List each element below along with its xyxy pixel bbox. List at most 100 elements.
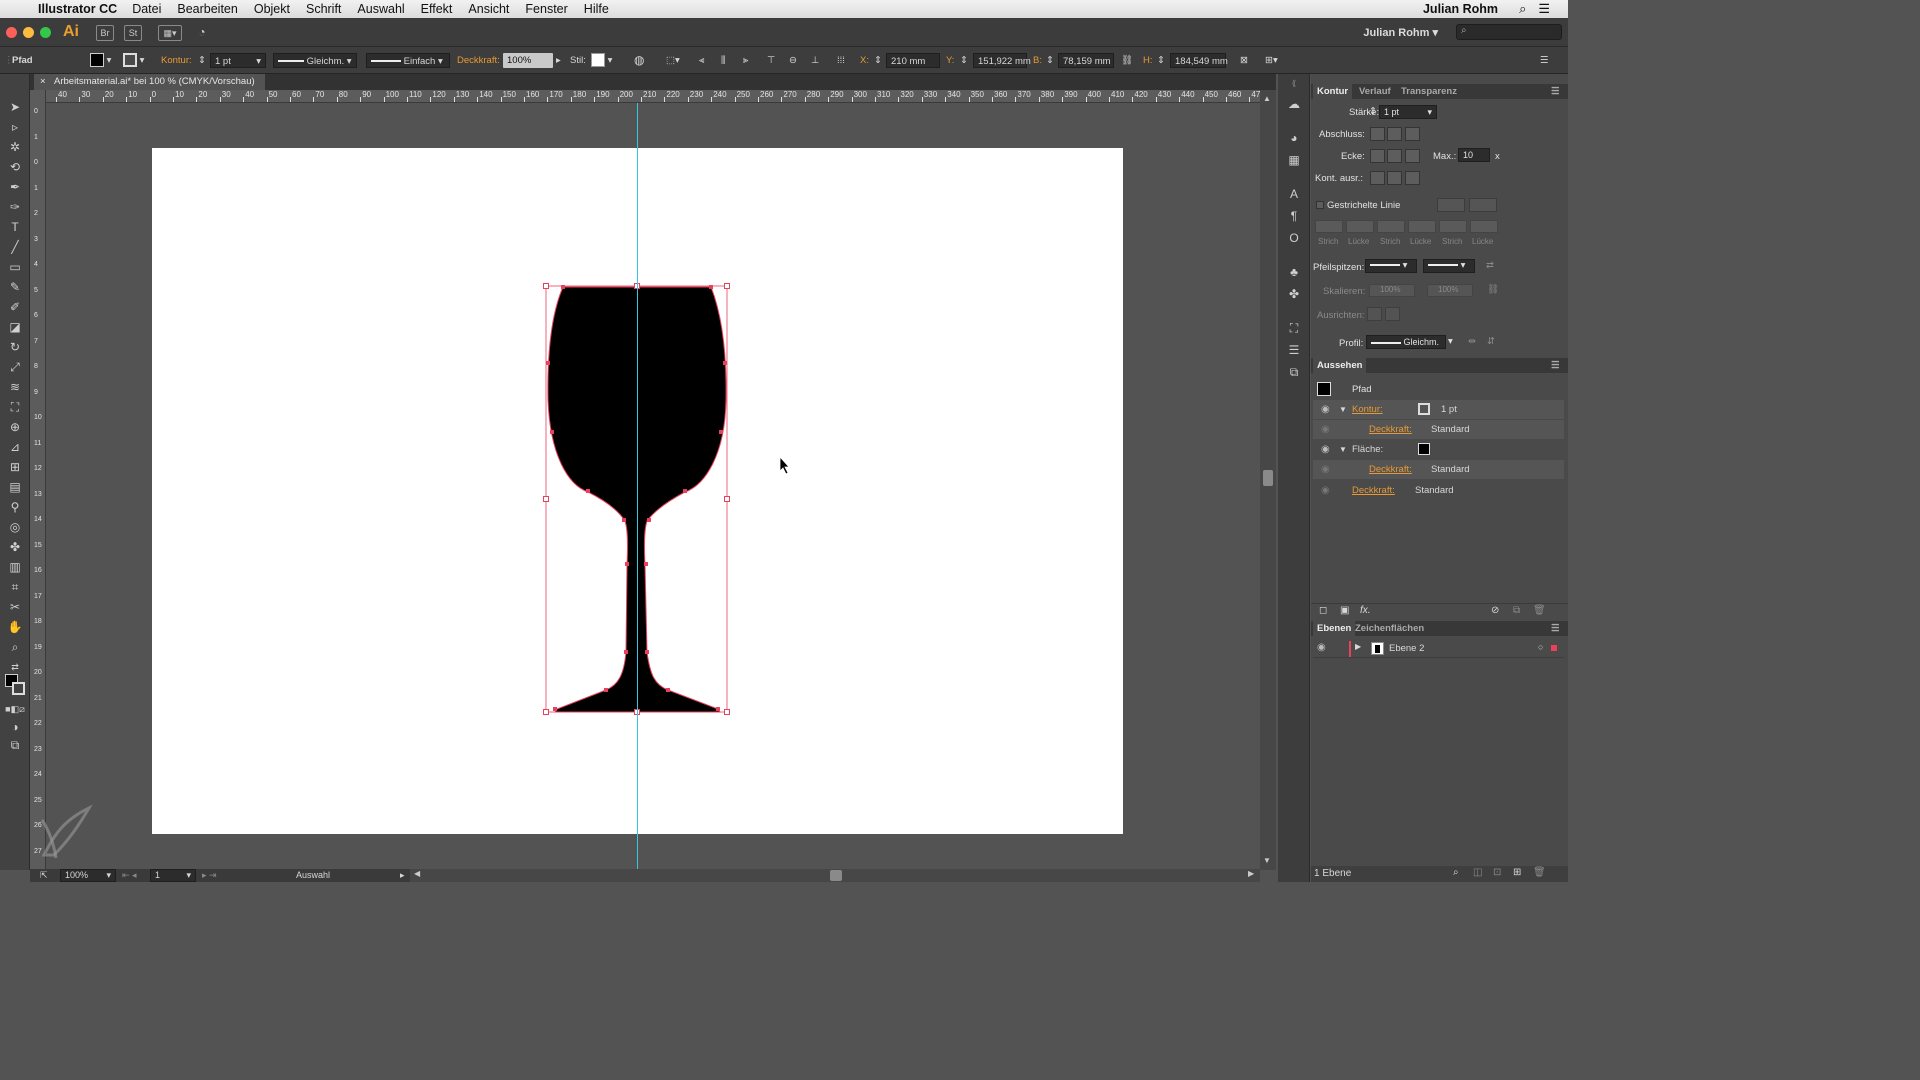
anchor-point[interactable]: [644, 562, 648, 566]
layers-menu-icon[interactable]: ☰: [1547, 621, 1564, 636]
workspace-switcher[interactable]: Julian Rohm ▾: [1363, 26, 1438, 39]
add-effect-button[interactable]: fx.: [1360, 605, 1371, 616]
miter-join-button[interactable]: [1370, 149, 1385, 163]
first-artboard-icon[interactable]: ⇤ ◂: [122, 869, 137, 882]
object-opacity-label[interactable]: Deckkraft:: [1352, 481, 1395, 500]
opentype-panel-icon[interactable]: O: [1286, 230, 1302, 246]
bbox-handle[interactable]: [724, 283, 730, 289]
appearance-stroke-value[interactable]: 1 pt: [1441, 400, 1457, 419]
align-stroke-center-button[interactable]: [1370, 171, 1385, 185]
anchor-point[interactable]: [586, 489, 590, 493]
add-stroke-icon[interactable]: ◻: [1319, 605, 1327, 616]
swatches-panel-icon[interactable]: ▦: [1286, 152, 1302, 168]
arrow-tip-beyond-button[interactable]: [1367, 307, 1382, 321]
artboard-number-input[interactable]: 1 ▾: [150, 869, 196, 882]
pathfinder-panel-icon[interactable]: ⧉: [1286, 364, 1302, 380]
dash-2-input[interactable]: [1377, 220, 1405, 233]
appearance-stroke-row[interactable]: ◉ ▼ Kontur: 1 pt: [1313, 400, 1564, 419]
new-sublayer-icon[interactable]: ⊡: [1493, 867, 1501, 878]
layer-visibility-eye-icon[interactable]: ◉: [1317, 642, 1326, 653]
zoom-level-input[interactable]: 100% ▾: [60, 869, 116, 882]
bbox-handle[interactable]: [724, 496, 730, 502]
anchor-point[interactable]: [550, 430, 554, 434]
spotlight-search-icon[interactable]: ⌕: [1519, 1, 1526, 17]
add-fill-icon[interactable]: ▣: [1340, 605, 1349, 616]
transform-panel-icon[interactable]: ⛶: [1286, 320, 1302, 336]
projecting-cap-button[interactable]: [1405, 127, 1420, 141]
scroll-right-icon[interactable]: ▶: [1248, 869, 1254, 878]
libraries-panel-icon[interactable]: ☁: [1286, 96, 1302, 112]
horizontal-scroll-thumb[interactable]: [830, 870, 842, 881]
anchor-point[interactable]: [561, 285, 565, 289]
vertical-guide-line[interactable]: [637, 103, 638, 870]
stroke-swatch-small[interactable]: [1418, 403, 1430, 415]
tab-aussehen[interactable]: Aussehen: [1313, 358, 1367, 373]
flip-across-icon[interactable]: ⇵: [1487, 336, 1495, 347]
profile-dropdown-arrow-icon[interactable]: ▾: [1448, 336, 1453, 347]
align-panel-icon[interactable]: ☰: [1286, 342, 1302, 358]
dash-3-input[interactable]: [1439, 220, 1467, 233]
dash-1-input[interactable]: [1315, 220, 1343, 233]
scroll-up-icon[interactable]: ▲: [1263, 94, 1271, 103]
appearance-stroke-opacity-row[interactable]: ◉ Deckkraft: Standard: [1313, 420, 1564, 439]
eye-icon[interactable]: ◉: [1321, 420, 1330, 439]
weight-stepper[interactable]: ⇕: [1369, 106, 1377, 117]
locate-object-icon[interactable]: ⌕: [1453, 867, 1459, 878]
anchor-point[interactable]: [709, 285, 713, 289]
menubar-user[interactable]: Julian Rohm: [1423, 2, 1498, 16]
scroll-down-icon[interactable]: ▼: [1263, 856, 1271, 865]
align-stroke-outside-button[interactable]: [1405, 171, 1420, 185]
last-artboard-icon[interactable]: ▸ ⇥: [202, 869, 217, 882]
swap-arrowheads-icon[interactable]: ⇄: [1486, 260, 1494, 271]
tab-ebenen[interactable]: Ebenen: [1313, 621, 1356, 636]
anchor-point[interactable]: [624, 650, 628, 654]
brushes-panel-icon[interactable]: ✤: [1286, 286, 1302, 302]
butt-cap-button[interactable]: [1370, 127, 1385, 141]
bbox-handle[interactable]: [543, 283, 549, 289]
dashed-line-checkbox[interactable]: [1316, 201, 1324, 209]
eye-icon[interactable]: ◉: [1321, 460, 1330, 479]
layer-name[interactable]: Ebene 2: [1389, 643, 1424, 654]
appearance-stroke-label[interactable]: Kontur:: [1352, 400, 1383, 419]
gap-3-input[interactable]: [1470, 220, 1498, 233]
dash-align-button[interactable]: [1469, 198, 1497, 212]
eye-icon[interactable]: ◉: [1321, 440, 1330, 459]
layer-expand-icon[interactable]: ▶: [1355, 642, 1361, 651]
layer-target-icon[interactable]: ○: [1538, 642, 1543, 652]
arrow-tip-at-end-button[interactable]: [1385, 307, 1400, 321]
paragraph-panel-icon[interactable]: ¶: [1286, 208, 1302, 224]
fill-swatch-small[interactable]: [1418, 443, 1430, 455]
anchor-point[interactable]: [716, 707, 720, 711]
new-layer-icon[interactable]: ⊞: [1513, 867, 1521, 878]
round-join-button[interactable]: [1387, 149, 1402, 163]
tab-zeichenflaechen[interactable]: Zeichenflächen: [1351, 621, 1428, 636]
gap-2-input[interactable]: [1408, 220, 1436, 233]
wine-glass-artwork[interactable]: [0, 0, 1260, 870]
profile-dropdown[interactable]: Gleichm.: [1366, 335, 1446, 349]
scale-end-input[interactable]: 100%: [1427, 284, 1473, 297]
stroke-opacity-label[interactable]: Deckkraft:: [1369, 420, 1412, 439]
miter-limit-input[interactable]: 10: [1458, 148, 1490, 162]
clipping-mask-icon[interactable]: ◫: [1473, 867, 1482, 878]
notification-list-icon[interactable]: ☰: [1538, 1, 1550, 17]
appearance-object-opacity-row[interactable]: ◉ Deckkraft: Standard: [1313, 481, 1564, 500]
start-arrowhead-dropdown[interactable]: ▾: [1365, 259, 1417, 273]
eye-icon[interactable]: ◉: [1321, 481, 1330, 500]
vertical-scrollbar[interactable]: ▲ ▼: [1260, 90, 1276, 870]
symbols-panel-icon[interactable]: ♣: [1286, 264, 1302, 280]
anchor-point[interactable]: [719, 430, 723, 434]
flip-along-icon[interactable]: ⇹: [1468, 336, 1476, 347]
share-icon[interactable]: ⇱: [40, 869, 48, 882]
isolate-icon[interactable]: ⊞▾: [1265, 53, 1278, 68]
duplicate-item-icon[interactable]: ⧉: [1513, 605, 1520, 616]
bbox-handle[interactable]: [543, 496, 549, 502]
color-panel-icon[interactable]: ◕: [1286, 130, 1302, 146]
layer-selected-indicator[interactable]: [1551, 645, 1557, 651]
anchor-point[interactable]: [553, 707, 557, 711]
anchor-point[interactable]: [683, 489, 687, 493]
bevel-join-button[interactable]: [1405, 149, 1420, 163]
align-stroke-inside-button[interactable]: [1387, 171, 1402, 185]
appearance-fill-row[interactable]: ◉ ▼ Fläche:: [1313, 440, 1564, 459]
anchor-point[interactable]: [723, 361, 727, 365]
tab-kontur[interactable]: Kontur: [1313, 84, 1353, 99]
